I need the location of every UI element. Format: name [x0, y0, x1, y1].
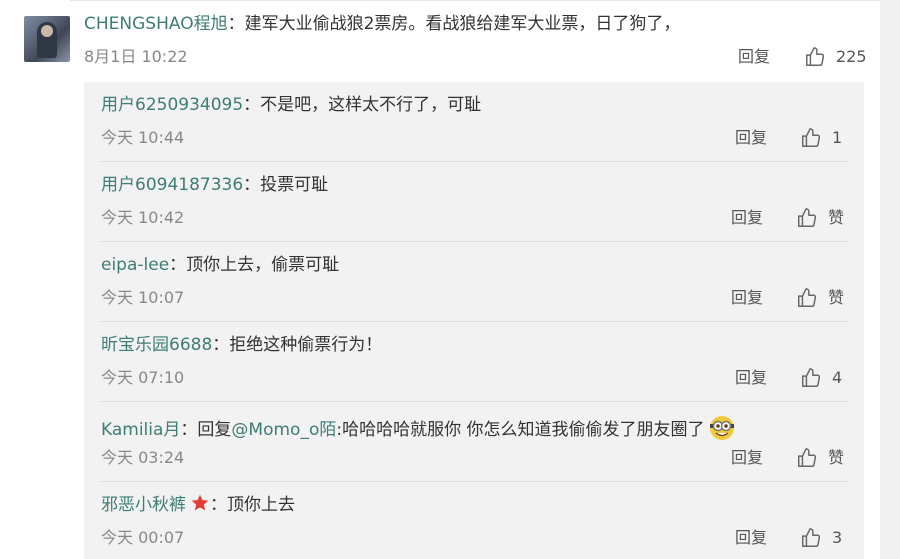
thumbs-up-icon — [804, 46, 826, 68]
reply-time: 今天 07:10 — [101, 368, 185, 387]
reply-item: 用户6250934095：不是吧，这样太不行了，可耻 今天 10:44 回复 1 — [84, 82, 864, 162]
reply-username[interactable]: Kamilia月 — [101, 420, 180, 440]
reply-button[interactable]: 回复 — [735, 367, 767, 389]
reply-username[interactable]: 昕宝乐园6688 — [101, 335, 212, 355]
reply-username[interactable]: 用户6250934095 — [101, 95, 243, 115]
reply-line: Kamilia月：回复@Momo_o陌:哈哈哈哈就服你 你怎么知道我偷偷发了朋友… — [101, 413, 737, 450]
like-count: 1 — [832, 128, 843, 147]
like-button[interactable]: 赞 — [796, 206, 844, 230]
reply-text: :哈哈哈哈就服你 你怎么知道我偷偷发了朋友圈了 — [336, 420, 705, 440]
like-button[interactable]: 赞 — [796, 446, 844, 470]
reply-colon: ： — [212, 335, 230, 355]
thumbs-up-icon — [800, 367, 822, 389]
reply-button[interactable]: 回复 — [731, 447, 763, 469]
reply-username[interactable]: 邪恶小秋裤 — [101, 495, 186, 515]
like-button[interactable]: 4 — [800, 366, 842, 390]
reply-button[interactable]: 回复 — [738, 46, 770, 68]
reply-item: eipa-lee：顶你上去，偷票可耻 今天 10:07 回复 赞 — [84, 242, 864, 322]
main-comment: CHENGSHAO程旭：建军大业偷战狼2票房。看战狼给建军大业票，日了狗了， 8… — [0, 0, 880, 82]
reply-item: 用户6094187336：投票可耻 今天 10:42 回复 赞 — [84, 162, 864, 242]
thumbs-up-icon — [796, 207, 818, 229]
reply-time: 今天 03:24 — [101, 448, 185, 467]
thumbs-up-icon — [796, 447, 818, 469]
reply-username[interactable]: eipa-lee — [101, 255, 169, 275]
reply-text: 投票可耻 — [260, 175, 329, 195]
reply-button[interactable]: 回复 — [735, 527, 767, 549]
reply-colon: ： — [180, 420, 198, 440]
reply-colon: ： — [169, 255, 187, 275]
like-button[interactable]: 赞 — [796, 286, 844, 310]
reply-list: 用户6250934095：不是吧，这样太不行了，可耻 今天 10:44 回复 1… — [84, 82, 864, 559]
reply-colon: ： — [243, 95, 261, 115]
reply-colon: ： — [243, 175, 261, 195]
comment-username[interactable]: CHENGSHAO程旭 — [84, 14, 228, 34]
reply-line: eipa-lee：顶你上去，偷票可耻 — [101, 253, 339, 277]
like-button[interactable]: 225 — [804, 45, 867, 69]
like-count: 赞 — [828, 288, 845, 307]
like-count: 3 — [832, 528, 843, 547]
reply-item: 邪恶小秋裤 ：顶你上去 今天 00:07 回复 3 — [84, 482, 864, 559]
reply-username[interactable]: 用户6094187336 — [101, 175, 243, 195]
like-button[interactable]: 3 — [800, 526, 842, 550]
reply-line: 用户6250934095：不是吧，这样太不行了，可耻 — [101, 93, 481, 117]
reply-line: 用户6094187336：投票可耻 — [101, 173, 328, 197]
red-star-icon — [190, 493, 210, 520]
reply-mention[interactable]: @Momo_o陌 — [231, 420, 336, 440]
thumbs-up-icon — [800, 127, 822, 149]
reply-text: 顶你上去 — [227, 495, 295, 515]
reply-line: 邪恶小秋裤 ：顶你上去 — [101, 493, 295, 520]
comment-time: 8月1日 10:22 — [84, 47, 188, 66]
minion-emoji-icon — [707, 413, 737, 450]
like-button[interactable]: 1 — [800, 126, 842, 150]
reply-text: 拒绝这种偷票行为！ — [229, 335, 383, 355]
reply-line: 昕宝乐园6688：拒绝这种偷票行为！ — [101, 333, 382, 357]
like-count: 赞 — [828, 448, 845, 467]
thumbs-up-icon — [796, 287, 818, 309]
reply-colon: ： — [210, 495, 227, 515]
reply-time: 今天 10:07 — [101, 288, 185, 307]
reply-time: 今天 10:44 — [101, 128, 185, 147]
reply-text: 顶你上去，偷票可耻 — [186, 255, 340, 275]
reply-time: 今天 00:07 — [101, 528, 185, 547]
reply-button[interactable]: 回复 — [735, 127, 767, 149]
like-count: 225 — [836, 47, 867, 66]
reply-text: 不是吧，这样太不行了，可耻 — [260, 95, 482, 115]
thumbs-up-icon — [800, 527, 822, 549]
avatar[interactable] — [24, 16, 70, 62]
reply-button[interactable]: 回复 — [731, 207, 763, 229]
page-scroll-gutter — [880, 0, 900, 559]
comment-colon: ： — [227, 14, 245, 34]
main-comment-line: CHENGSHAO程旭：建军大业偷战狼2票房。看战狼给建军大业票，日了狗了， — [84, 12, 680, 36]
reply-text-prefix: 回复 — [197, 420, 232, 440]
reply-time: 今天 10:42 — [101, 208, 185, 227]
reply-item: Kamilia月：回复@Momo_o陌:哈哈哈哈就服你 你怎么知道我偷偷发了朋友… — [84, 402, 864, 482]
reply-button[interactable]: 回复 — [731, 287, 763, 309]
like-count: 赞 — [828, 208, 845, 227]
comment-text: 建军大业偷战狼2票房。看战狼给建军大业票，日了狗了， — [244, 14, 681, 34]
reply-item: 昕宝乐园6688：拒绝这种偷票行为！ 今天 07:10 回复 4 — [84, 322, 864, 402]
like-count: 4 — [832, 368, 843, 387]
